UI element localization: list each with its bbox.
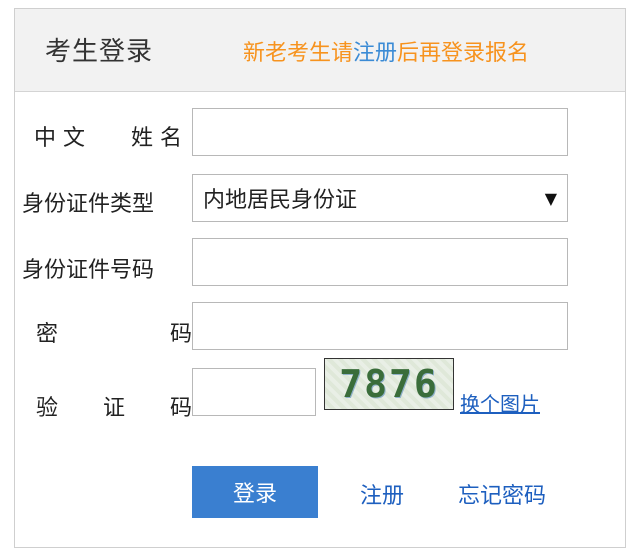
name-input[interactable]	[192, 108, 568, 156]
id-type-select[interactable]: 内地居民身份证 ▼	[192, 174, 568, 222]
id-number-input[interactable]	[192, 238, 568, 286]
login-button[interactable]: 登录	[192, 466, 318, 518]
notice-register-link[interactable]: 注册	[353, 41, 397, 66]
name-label: 中 文 姓 名	[22, 120, 192, 152]
register-link[interactable]: 注册	[360, 478, 404, 510]
dropdown-arrow-icon: ▼	[544, 188, 557, 208]
password-label: 密 码	[22, 316, 202, 348]
captcha-label: 验 证 码	[22, 390, 202, 422]
id-type-label: 身份证件类型	[22, 192, 155, 217]
captcha-input[interactable]	[192, 368, 316, 416]
captcha-code: 7876	[339, 362, 439, 406]
forgot-password-link[interactable]: 忘记密码	[458, 478, 546, 510]
password-label-part2: 码	[169, 322, 192, 347]
swap-captcha-link[interactable]: 换个图片	[460, 388, 540, 417]
captcha-label-part1: 验	[36, 396, 59, 421]
name-label-part2: 姓 名	[131, 126, 182, 151]
panel-title: 考生登录	[45, 37, 154, 67]
notice-prefix: 新老考生请	[243, 41, 354, 66]
captcha-label-part2: 证	[102, 396, 125, 421]
captcha-label-part3: 码	[169, 396, 192, 421]
register-notice: 新老考生请注册后再登录报名	[243, 35, 529, 67]
panel-header: 考生登录 新老考生请注册后再登录报名	[15, 9, 625, 92]
password-input[interactable]	[192, 302, 568, 350]
id-number-label: 身份证件号码	[22, 258, 155, 283]
name-label-part1: 中 文	[34, 126, 85, 151]
notice-suffix: 后再登录报名	[397, 41, 530, 66]
id-type-selected: 内地居民身份证	[203, 188, 358, 213]
captcha-image[interactable]: 7876	[324, 358, 454, 410]
password-label-part1: 密	[36, 322, 59, 347]
